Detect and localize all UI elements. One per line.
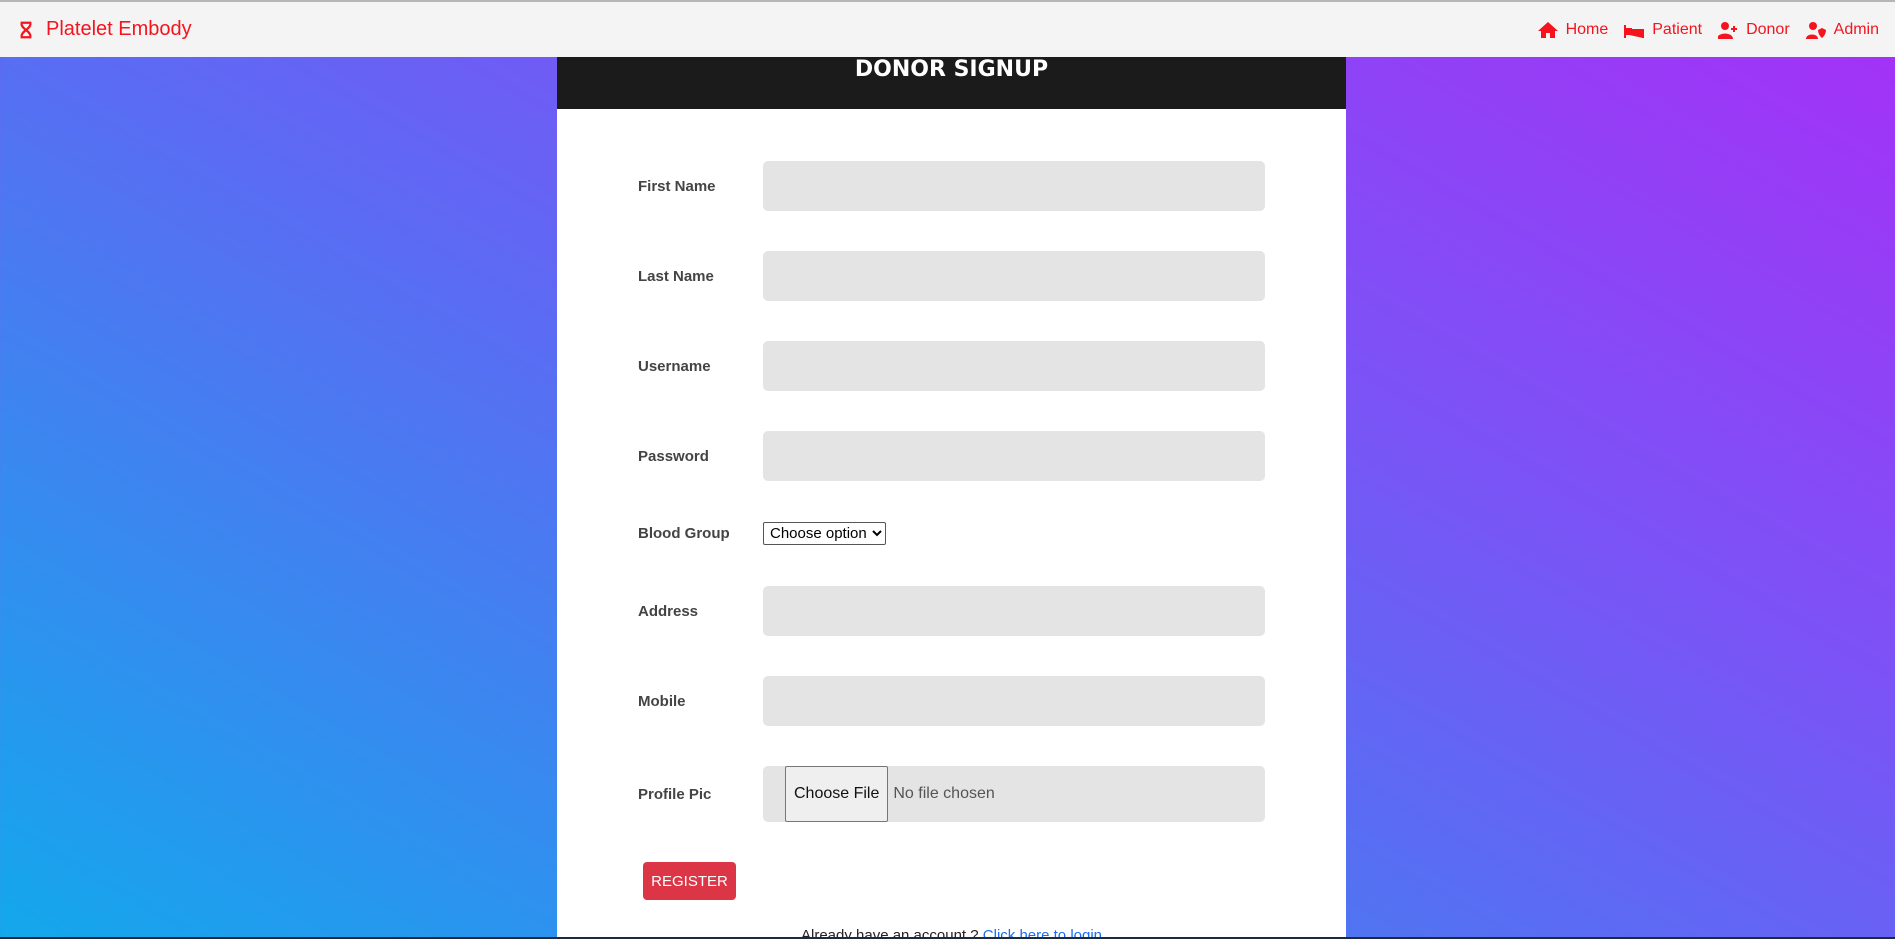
- address-label: Address: [638, 602, 699, 620]
- last-name-input[interactable]: [763, 251, 1265, 301]
- brand-name: Platelet Embody: [46, 18, 192, 40]
- nav-admin[interactable]: Admin: [1805, 20, 1879, 39]
- bed-icon: [1624, 24, 1645, 38]
- signup-card: DONOR SIGNUP First Name Last Name Userna…: [557, 57, 1346, 939]
- mobile-input[interactable]: [763, 676, 1265, 726]
- nav-patient[interactable]: Patient: [1624, 21, 1702, 39]
- nav-home-label: Home: [1565, 20, 1609, 38]
- blood-group-label: Blood Group: [638, 525, 730, 542]
- nav-home[interactable]: Home: [1537, 20, 1609, 39]
- home-icon: [1537, 21, 1558, 38]
- user-shield-icon: [1805, 21, 1826, 39]
- dna-icon: [20, 21, 32, 38]
- last-name-label: Last Name: [638, 267, 714, 285]
- profile-pic-label: Profile Pic: [638, 785, 712, 803]
- nav-admin-label: Admin: [1833, 20, 1879, 38]
- blood-group-select[interactable]: Choose option: [763, 522, 886, 545]
- brand[interactable]: Platelet Embody: [16, 18, 192, 41]
- navbar: Platelet Embody Home Patient Donor Admin: [0, 0, 1895, 57]
- username-input[interactable]: [763, 341, 1265, 391]
- password-input[interactable]: [763, 431, 1265, 481]
- password-label: Password: [638, 447, 709, 465]
- mobile-label: Mobile: [638, 692, 686, 710]
- form-title: DONOR SIGNUP: [557, 57, 1346, 109]
- nav-donor-label: Donor: [1746, 20, 1790, 38]
- user-plus-icon: [1718, 21, 1738, 39]
- no-file-text: No file chosen: [893, 785, 995, 802]
- register-button[interactable]: REGISTER: [643, 862, 736, 900]
- address-input[interactable]: [763, 586, 1265, 636]
- profile-pic-input[interactable]: Choose File No file chosen: [763, 766, 1265, 822]
- nav-patient-label: Patient: [1652, 20, 1703, 38]
- first-name-label: First Name: [638, 177, 716, 195]
- choose-file-button[interactable]: Choose File: [785, 766, 889, 822]
- username-label: Username: [638, 357, 711, 375]
- first-name-input[interactable]: [763, 161, 1265, 211]
- nav-donor[interactable]: Donor: [1718, 21, 1790, 39]
